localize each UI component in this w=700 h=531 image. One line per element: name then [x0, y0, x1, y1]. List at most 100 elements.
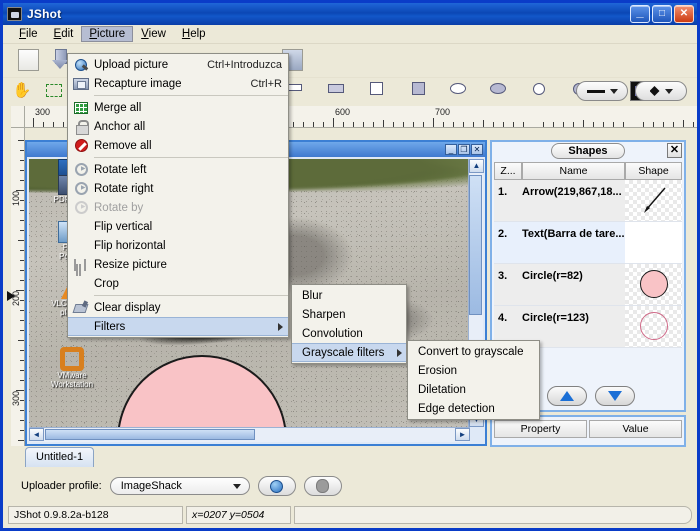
image-win-restore-glyph: ❐: [460, 145, 468, 154]
picture-dropdown-menu: Upload picture Ctrl+Introduzca Recapture…: [67, 53, 289, 338]
uploader-profile-dropdown[interactable]: ImageShack: [109, 477, 250, 495]
menu-item-label: Convolution: [302, 327, 363, 340]
ruler-h-label-300: 300: [35, 107, 51, 117]
menu-item-merge-all[interactable]: Merge all: [68, 98, 288, 117]
menu-item-label: Upload picture: [94, 58, 169, 71]
close-button[interactable]: ✕: [674, 5, 694, 23]
table-row[interactable]: 2. Text(Barra de tare...: [494, 222, 682, 264]
menu-item-rotate-left[interactable]: Rotate left: [68, 160, 288, 179]
row-shape-1: [625, 222, 682, 263]
row-name-2: Circle(r=82): [522, 270, 583, 282]
menu-item-crop[interactable]: Crop: [68, 274, 288, 293]
desktop-icon-vmware: VMware Workstation: [37, 347, 107, 389]
menu-item-erosion[interactable]: Erosion: [408, 361, 539, 380]
upload-button[interactable]: [257, 476, 296, 496]
window-titlebar: JShot _ □ ✕: [3, 3, 697, 25]
menu-item-flip-vertical[interactable]: Flip vertical: [68, 217, 288, 236]
rect-outline-tool[interactable]: [370, 82, 383, 95]
menu-item-label: Rotate right: [94, 182, 154, 195]
menu-item-flip-horizontal[interactable]: Flip horizontal: [68, 236, 288, 255]
menu-item-edge-detection[interactable]: Edge detection: [408, 399, 539, 418]
camera-icon: [68, 74, 94, 93]
selection-tool[interactable]: [41, 77, 67, 103]
ellipse-filled-tool[interactable]: [490, 83, 506, 94]
column-header-value[interactable]: Value: [589, 420, 682, 438]
remove-icon: [68, 136, 94, 155]
row-z-2: 3.: [498, 270, 508, 282]
ruler-corner: [11, 106, 25, 128]
rotate-by-icon: [68, 198, 94, 217]
column-header-shape[interactable]: Shape: [625, 162, 682, 180]
menu-item-blur[interactable]: Blur: [292, 286, 406, 305]
shapes-table-header: Z... Name Shape: [494, 162, 682, 180]
submenu-arrow-icon: [278, 322, 283, 331]
menu-item-rotate-right[interactable]: Rotate right: [68, 179, 288, 198]
image-window-minimize-button[interactable]: _: [445, 144, 457, 155]
menu-item-label: Sharpen: [302, 308, 346, 321]
flip-vertical-icon: [68, 217, 94, 236]
line-thick-icon: [328, 84, 344, 93]
maximize-button[interactable]: □: [652, 5, 672, 23]
row-shape-3: [625, 306, 682, 347]
minimize-button[interactable]: _: [630, 5, 650, 23]
menu-help[interactable]: Help: [174, 26, 214, 42]
menu-file-label-rest: ile: [26, 28, 38, 40]
shapes-panel-close-button[interactable]: ✕: [667, 143, 682, 158]
marker-style-dropdown[interactable]: [635, 81, 687, 101]
window-title: JShot: [27, 7, 62, 21]
column-header-z[interactable]: Z...: [494, 162, 522, 180]
rotate-right-icon: [68, 179, 94, 198]
minimize-glyph: _: [636, 4, 644, 19]
table-row[interactable]: 3. Circle(r=82): [494, 264, 682, 306]
menu-view[interactable]: View: [133, 26, 174, 42]
menu-item-anchor-all[interactable]: Anchor all: [68, 117, 288, 136]
ruler-v-label-300: 300: [11, 390, 21, 406]
row-z-1: 2.: [498, 228, 508, 240]
scroll-right-button[interactable]: ►: [455, 428, 470, 441]
vertical-scroll-thumb[interactable]: [469, 175, 482, 315]
menu-picture[interactable]: Picture: [81, 26, 134, 42]
menu-item-upload-picture[interactable]: Upload picture Ctrl+Introduzca: [68, 55, 288, 74]
image-window-restore-button[interactable]: ❐: [458, 144, 470, 155]
menu-item-remove-all[interactable]: Remove all: [68, 136, 288, 155]
menu-item-clear-display[interactable]: Clear display: [68, 298, 288, 317]
menu-item-convolution[interactable]: Convolution: [292, 324, 406, 343]
menu-item-filters[interactable]: Filters: [68, 317, 288, 336]
menu-item-label: Recapture image: [94, 77, 182, 90]
menu-item-diletation[interactable]: Diletation: [408, 380, 539, 399]
scroll-left-button[interactable]: ◄: [29, 428, 44, 441]
hand-icon: ✋: [12, 81, 32, 99]
menu-item-resize-picture[interactable]: Resize picture: [68, 255, 288, 274]
ellipse-outline-tool[interactable]: [450, 83, 466, 94]
line-thick-tool[interactable]: [328, 84, 344, 93]
menu-edit[interactable]: Edit: [46, 26, 82, 42]
new-page-button[interactable]: [15, 47, 41, 73]
table-row[interactable]: 1. Arrow(219,867,18...: [494, 180, 682, 222]
menu-item-sharpen[interactable]: Sharpen: [292, 305, 406, 324]
circle-outline-tool[interactable]: [533, 83, 545, 95]
line-style-dropdown[interactable]: [576, 81, 628, 101]
tab-untitled-1[interactable]: Untitled-1: [25, 447, 95, 467]
canvas-horizontal-scrollbar[interactable]: ◄ ►: [29, 427, 470, 442]
uploader-settings-button[interactable]: [303, 476, 342, 496]
scroll-up-button[interactable]: ▲: [469, 159, 484, 173]
move-up-button[interactable]: [547, 386, 587, 406]
menu-item-grayscale-filters[interactable]: Grayscale filters: [292, 343, 406, 362]
menu-file[interactable]: File: [11, 26, 46, 42]
move-down-button[interactable]: [595, 386, 635, 406]
horizontal-scroll-thumb[interactable]: [45, 429, 255, 440]
line-thin-tool[interactable]: [288, 84, 302, 91]
column-header-property[interactable]: Property: [494, 420, 587, 438]
image-win-close-glyph: ✕: [473, 145, 481, 154]
menu-item-convert-to-grayscale[interactable]: Convert to grayscale: [408, 342, 539, 361]
ruler-h-label-700: 700: [435, 107, 451, 117]
window-controls: _ □ ✕: [630, 5, 694, 23]
shapes-panel-title: Shapes: [551, 143, 625, 159]
rect-filled-tool[interactable]: [412, 82, 425, 95]
row-shape-0: [625, 180, 682, 221]
menu-item-recapture-image[interactable]: Recapture image Ctrl+R: [68, 74, 288, 93]
menu-item-label: Anchor all: [94, 120, 146, 133]
column-header-name[interactable]: Name: [522, 162, 625, 180]
image-window-close-button[interactable]: ✕: [471, 144, 483, 155]
hand-tool[interactable]: ✋: [9, 77, 35, 103]
